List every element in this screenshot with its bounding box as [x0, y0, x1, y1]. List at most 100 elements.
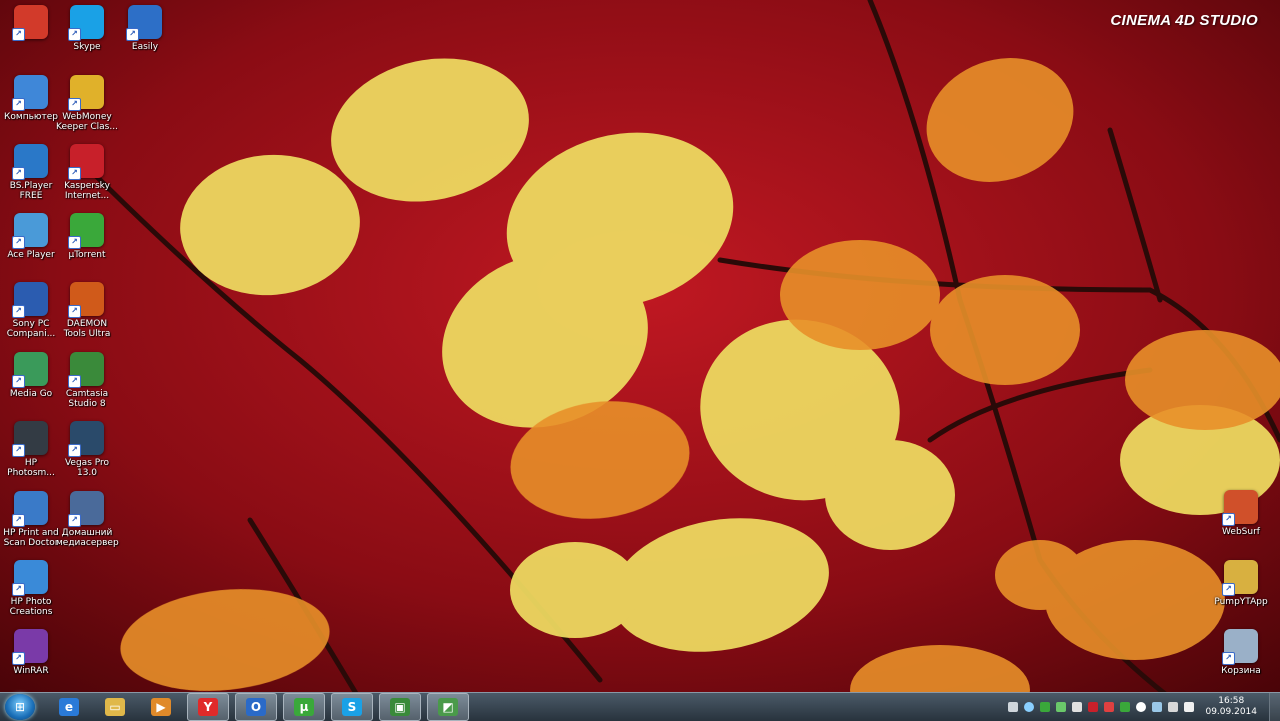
- tray-flag-icon[interactable]: [1152, 702, 1163, 712]
- taskbar-skype-button[interactable]: S: [331, 693, 373, 721]
- outlook-icon: O: [246, 698, 266, 716]
- desktop-icon-webmoney[interactable]: ↗ WebMoney Keeper Clas...: [56, 75, 118, 139]
- shortcut-arrow-icon: ↗: [12, 167, 25, 180]
- desktop-icon-label: Easily: [131, 42, 159, 52]
- desktop-icon-label: Skype: [73, 42, 101, 52]
- desktop-icon-recycle-bin[interactable]: ↗ Корзина: [1210, 629, 1272, 693]
- desktop-icon-hp-photo-creations[interactable]: ↗ HP Photo Creations: [0, 560, 62, 624]
- shortcut-arrow-icon: ↗: [1222, 513, 1235, 526]
- winrar-icon: ↗: [12, 629, 48, 665]
- desktop-icon-sony-pc[interactable]: ↗ Sony PC Compani...: [0, 282, 62, 346]
- tray-sound-icon[interactable]: [1104, 702, 1115, 712]
- yandex-browser-icon: Y: [198, 698, 218, 716]
- hp-photosmart-icon: ↗: [12, 421, 48, 457]
- bsplayer-icon: ↗: [12, 144, 48, 180]
- desktop-icon-websurf[interactable]: ↗ WebSurf: [1210, 490, 1272, 554]
- desktop-icon-computer[interactable]: ↗ Компьютер: [0, 75, 62, 139]
- taskbar-pinned-apps: e ▭ ▶ Y Oµ S ▣ ◩: [43, 693, 469, 721]
- taskbar-camtasia-recorder-button[interactable]: ▣: [379, 693, 421, 721]
- tray-wifi-icon[interactable]: [1168, 702, 1179, 712]
- desktop-icon-label: WebSurf: [1222, 527, 1260, 537]
- shortcut-arrow-icon: ↗: [68, 444, 81, 457]
- shortcut-arrow-icon: ↗: [12, 236, 25, 249]
- shortcut-arrow-icon: ↗: [12, 375, 25, 388]
- skype-icon: ↗: [68, 5, 104, 41]
- internet-explorer-icon: e: [59, 698, 79, 716]
- easily-icon: ↗: [126, 5, 162, 41]
- desktop-icon-yk-logo[interactable]: ↗: [0, 5, 62, 69]
- clock-date: 09.09.2014: [1205, 707, 1257, 717]
- desktop-icon-camtasia[interactable]: ↗ Camtasia Studio 8: [56, 352, 118, 416]
- recycle-bin-icon: ↗: [1222, 629, 1258, 665]
- desktop-icon-label: DAEMON Tools Ultra: [63, 319, 111, 339]
- desktop-icon-utorrent[interactable]: ↗ µTorrent: [56, 213, 118, 277]
- shortcut-arrow-icon: ↗: [12, 652, 25, 665]
- taskbar-media-player-button[interactable]: ▶: [141, 694, 181, 720]
- desktop-icon-media-go[interactable]: ↗ Media Go: [0, 352, 62, 416]
- desktop-icon-easily[interactable]: ↗ Easily: [114, 5, 176, 69]
- desktop-icon-label: HP Photosm...: [7, 458, 55, 478]
- watermark-text: CINEMA 4D STUDIO: [1110, 12, 1258, 29]
- tray-network-icon[interactable]: [1136, 702, 1147, 712]
- desktop-icon-folder[interactable]: ↗ PumpYTApp: [1210, 560, 1272, 624]
- tray-camtasia-icon[interactable]: [1040, 702, 1051, 712]
- shortcut-arrow-icon: ↗: [68, 28, 81, 41]
- desktop-icon-kaspersky[interactable]: ↗ Kaspersky Internet...: [56, 144, 118, 208]
- show-desktop-button[interactable]: [1269, 693, 1280, 721]
- desktop-icon-label: HP Photo Creations: [9, 597, 53, 617]
- tray-battery-icon[interactable]: [1120, 702, 1131, 712]
- desktop-icon-vegas-pro[interactable]: ↗ Vegas Pro 13.0: [56, 421, 118, 485]
- desktop-icon-ace-player[interactable]: ↗ Ace Player: [0, 213, 62, 277]
- media-server-icon: ↗: [68, 491, 104, 527]
- shortcut-arrow-icon: ↗: [68, 167, 81, 180]
- utorrent-icon: ↗: [68, 213, 104, 249]
- desktop-icon-label: WinRAR: [13, 666, 49, 676]
- desktop-icon-winrar[interactable]: ↗ WinRAR: [0, 629, 62, 693]
- shortcut-arrow-icon: ↗: [68, 98, 81, 111]
- shortcut-arrow-icon: ↗: [12, 305, 25, 318]
- desktop-icon-label: Vegas Pro 13.0: [64, 458, 110, 478]
- start-button[interactable]: ⊞: [5, 694, 35, 720]
- tray-shield-icon[interactable]: [1072, 702, 1083, 712]
- taskbar-yandex-browser-button[interactable]: Y: [187, 693, 229, 721]
- desktop-icon-label: Компьютер: [4, 112, 58, 122]
- windows-logo-icon: ⊞: [14, 700, 26, 714]
- taskbar-clock[interactable]: 16:58 09.09.2014: [1205, 696, 1257, 718]
- shortcut-arrow-icon: ↗: [1222, 652, 1235, 665]
- tray-volume-icon[interactable]: [1184, 702, 1195, 712]
- desktop-icon-skype[interactable]: ↗ Skype: [56, 5, 118, 69]
- taskbar-explorer-button[interactable]: ▭: [95, 694, 135, 720]
- desktop-icon-bsplayer[interactable]: ↗ BS.Player FREE: [0, 144, 62, 208]
- hp-photo-creations-icon: ↗: [12, 560, 48, 596]
- shortcut-arrow-icon: ↗: [68, 305, 81, 318]
- tray-arrow-icon[interactable]: [1008, 702, 1019, 712]
- desktop-icon-media-server[interactable]: ↗ Домашний медиасервер: [56, 491, 119, 555]
- camtasia-icon: ↗: [68, 352, 104, 388]
- camtasia-recorder-icon: ▣: [390, 698, 410, 716]
- desktop-icon-label: HP Print and Scan Doctor: [3, 528, 59, 548]
- taskbar-utorrent-button[interactable]: µ: [283, 693, 325, 721]
- folder-icon: ↗: [1222, 560, 1258, 596]
- desktop-icon-hp-photosmart[interactable]: ↗ HP Photosm...: [0, 421, 62, 485]
- tray-media-icon[interactable]: [1024, 702, 1035, 712]
- shortcut-arrow-icon: ↗: [1222, 583, 1235, 596]
- shortcut-arrow-icon: ↗: [12, 28, 25, 41]
- daemon-tools-icon: ↗: [68, 282, 104, 318]
- yk-logo-icon: ↗: [12, 5, 48, 41]
- desktop-icon-label: Ace Player: [7, 250, 55, 260]
- desktop-icon-label: Sony PC Compani...: [6, 319, 56, 339]
- tray-monitor-icon[interactable]: [1056, 702, 1067, 712]
- desktop-icon-label: Camtasia Studio 8: [65, 389, 109, 409]
- taskbar-outlook-button[interactable]: O: [235, 693, 277, 721]
- shortcut-arrow-icon: ↗: [68, 236, 81, 249]
- taskbar-camtasia-studio-button[interactable]: ◩: [427, 693, 469, 721]
- tray-kaspersky-icon[interactable]: [1088, 702, 1099, 712]
- shortcut-arrow-icon: ↗: [12, 98, 25, 111]
- desktop-icon-daemon-tools[interactable]: ↗ DAEMON Tools Ultra: [56, 282, 118, 346]
- taskbar-internet-explorer-button[interactable]: e: [49, 694, 89, 720]
- shortcut-arrow-icon: ↗: [126, 28, 139, 41]
- shortcut-arrow-icon: ↗: [68, 375, 81, 388]
- shortcut-arrow-icon: ↗: [68, 514, 81, 527]
- desktop-icon-hp-print-scan[interactable]: ↗ HP Print and Scan Doctor: [0, 491, 62, 555]
- utorrent-icon: µ: [294, 698, 314, 716]
